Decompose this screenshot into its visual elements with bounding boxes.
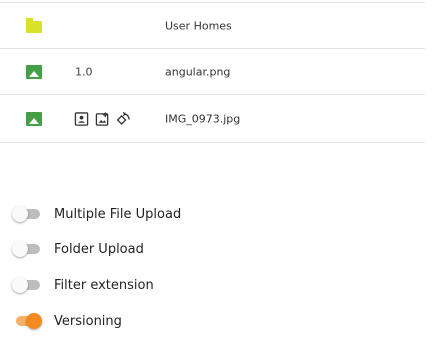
folder-icon bbox=[26, 17, 42, 33]
toggle-folder-upload[interactable]: Folder Upload bbox=[12, 237, 212, 261]
add-photo-icon[interactable] bbox=[95, 111, 110, 126]
file-name[interactable]: User Homes bbox=[165, 19, 232, 32]
toggle-filter-extension[interactable]: Filter extension bbox=[12, 273, 212, 297]
image-icon bbox=[26, 111, 42, 126]
toggle-switch[interactable] bbox=[12, 309, 42, 333]
row-actions bbox=[74, 111, 131, 126]
toggle-switch[interactable] bbox=[12, 273, 42, 297]
toggle-switch[interactable] bbox=[12, 202, 42, 226]
table-row[interactable]: 1.0 angular.png bbox=[0, 49, 425, 95]
toggle-multiple-file-upload[interactable]: Multiple File Upload bbox=[12, 202, 212, 226]
toggle-label: Filter extension bbox=[54, 277, 154, 293]
toggle-label: Multiple File Upload bbox=[54, 206, 182, 222]
version-cell: 1.0 bbox=[75, 65, 93, 78]
file-name[interactable]: IMG_0973.jpg bbox=[165, 112, 240, 125]
file-name[interactable]: angular.png bbox=[165, 65, 230, 78]
toggle-switch[interactable] bbox=[12, 237, 42, 261]
toggle-versioning[interactable]: Versioning bbox=[12, 309, 212, 333]
table-row[interactable]: User Homes bbox=[0, 2, 425, 49]
table-row[interactable]: IMG_0973.jpg bbox=[0, 95, 425, 143]
portrait-icon[interactable] bbox=[74, 111, 89, 126]
toggle-label: Versioning bbox=[54, 313, 122, 329]
image-icon bbox=[26, 64, 42, 79]
toggle-label: Folder Upload bbox=[54, 241, 144, 257]
rotate-icon[interactable] bbox=[116, 111, 131, 126]
